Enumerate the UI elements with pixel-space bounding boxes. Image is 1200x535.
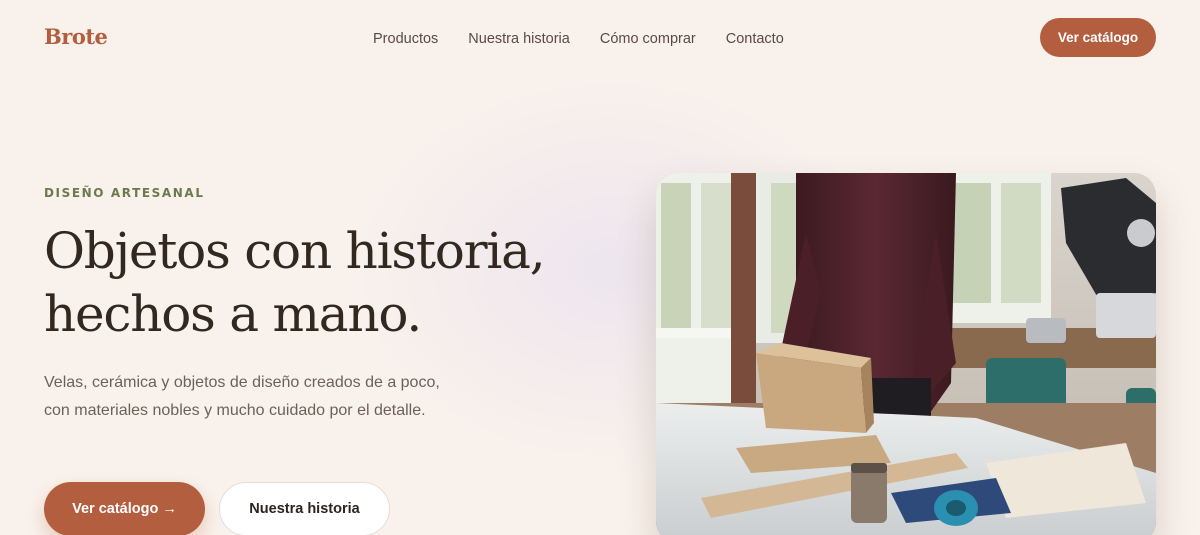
hero-title-line-2: hechos a mano. <box>44 285 422 343</box>
nav-link-nuestra-historia[interactable]: Nuestra historia <box>468 31 570 47</box>
nav-link-productos[interactable]: Productos <box>373 31 438 47</box>
hero-title: Objetos con historia, hechos a mano. <box>44 220 604 346</box>
header-catalog-button[interactable]: Ver catálogo <box>1040 18 1156 57</box>
nav-link-contacto[interactable]: Contacto <box>726 31 784 47</box>
nav-link-como-comprar[interactable]: Cómo comprar <box>600 31 696 47</box>
hero-photo <box>656 173 1156 535</box>
hero-description: Velas, cerámica y objetos de diseño crea… <box>44 374 440 419</box>
hero-eyebrow: DISEÑO ARTESANAL <box>44 186 205 200</box>
main-nav: Productos Nuestra historia Cómo comprar … <box>373 31 784 47</box>
hero-title-line-1: Objetos con historia, <box>44 222 546 280</box>
our-story-button[interactable]: Nuestra historia <box>219 482 390 535</box>
brand-logo[interactable]: Brote <box>44 24 108 49</box>
view-catalog-button[interactable]: Ver catálogo → <box>44 482 205 535</box>
site-header: Brote Productos Nuestra historia Cómo co… <box>0 0 1200 78</box>
